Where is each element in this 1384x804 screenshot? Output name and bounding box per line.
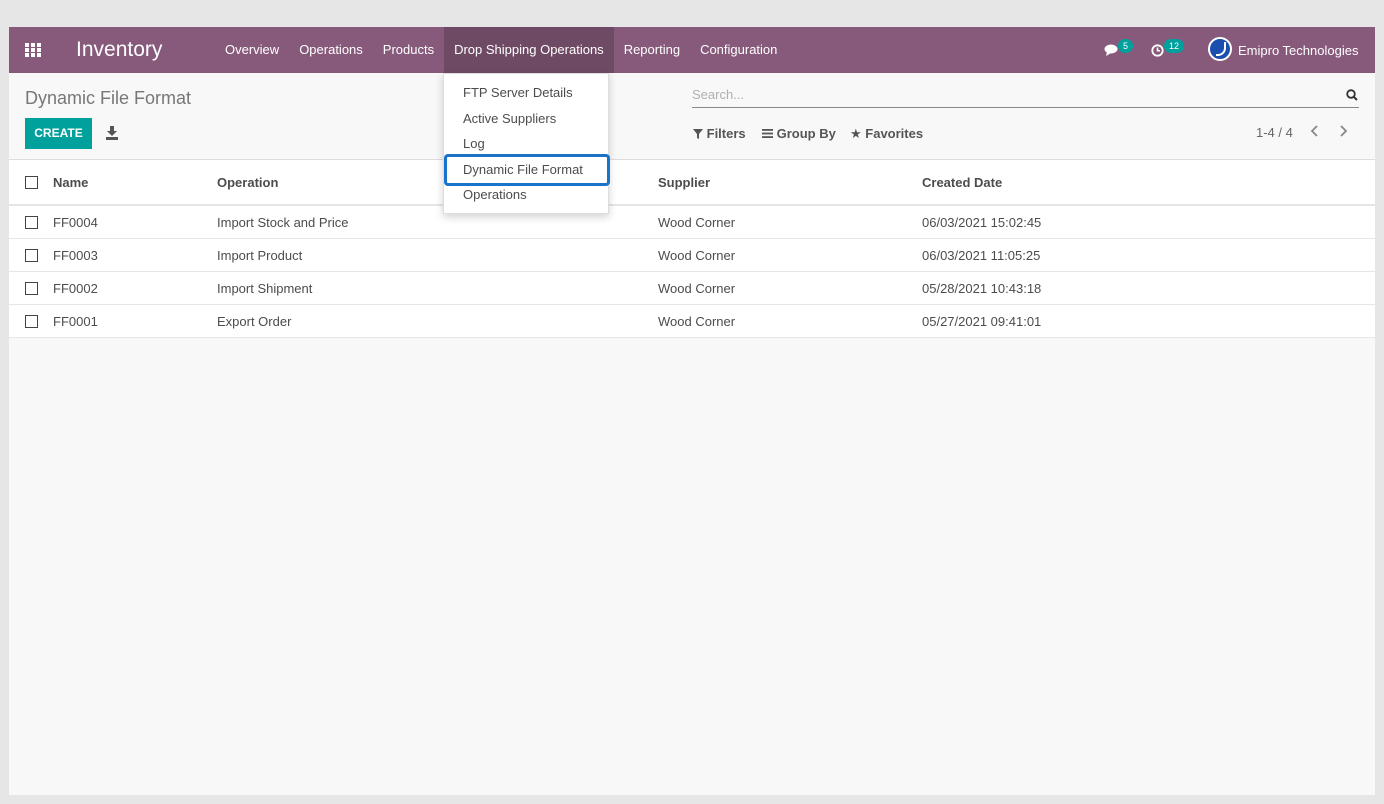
activities-button[interactable]: 12 [1149, 27, 1189, 73]
cell-operation: Import Stock and Price [217, 214, 349, 230]
top-navbar: Inventory Overview Operations Products D… [9, 27, 1375, 73]
cell-supplier: Wood Corner [658, 313, 736, 329]
table-row[interactable]: FF0003 Import Product Wood Corner 06/03/… [9, 239, 1375, 272]
header-name[interactable]: Name [53, 160, 88, 204]
star-icon: ★ [850, 126, 862, 141]
clock-icon [1151, 44, 1164, 57]
chevron-left-icon[interactable] [1310, 125, 1322, 139]
company-name[interactable]: Emipro Technologies [1238, 43, 1358, 58]
row-checkbox[interactable] [25, 315, 38, 328]
menu-products[interactable]: Products [373, 27, 444, 73]
menu-reporting[interactable]: Reporting [614, 27, 690, 73]
bars-icon [762, 129, 773, 138]
cell-supplier: Wood Corner [658, 247, 736, 263]
app-brand[interactable]: Inventory [76, 38, 162, 62]
cell-created-date: 05/28/2021 10:43:18 [922, 280, 1042, 296]
favorites-label: Favorites [865, 126, 924, 141]
cell-operation: Import Product [217, 247, 303, 263]
filter-icon [693, 129, 703, 139]
download-icon[interactable] [106, 126, 118, 140]
favorites-button[interactable]: ★ Favorites [850, 126, 923, 142]
messages-badge: 5 [1118, 39, 1134, 53]
header-operation[interactable]: Operation [217, 160, 278, 204]
search-input[interactable] [692, 84, 1332, 104]
create-button[interactable]: CREATE [25, 118, 92, 149]
filters-button[interactable]: Filters [693, 126, 746, 141]
cell-name: FF0004 [53, 214, 98, 230]
messages-button[interactable]: 5 [1102, 27, 1142, 73]
dropdown-item-operations[interactable]: Operations [444, 182, 608, 207]
cell-created-date: 06/03/2021 11:05:25 [922, 247, 1041, 263]
pager-value[interactable]: 1-4 / 4 [1256, 125, 1293, 140]
header-created-date[interactable]: Created Date [922, 160, 1002, 204]
cell-supplier: Wood Corner [658, 214, 736, 230]
list-table: Name Operation Supplier Created Date FF0… [9, 159, 1375, 338]
cell-name: FF0002 [53, 280, 98, 296]
table-header: Name Operation Supplier Created Date [9, 160, 1375, 206]
activities-badge: 12 [1164, 39, 1185, 53]
cell-operation: Export Order [217, 313, 292, 329]
main-menu: Overview Operations Products Drop Shippi… [215, 27, 787, 73]
company-logo-icon[interactable] [1208, 37, 1232, 61]
apps-menu-icon[interactable] [25, 43, 41, 57]
search-icon[interactable] [1346, 89, 1358, 101]
row-checkbox[interactable] [25, 249, 38, 262]
row-checkbox[interactable] [25, 282, 38, 295]
drop-shipping-dropdown: FTP Server Details Active Suppliers Log … [443, 73, 610, 214]
dropdown-item-ftp-server-details[interactable]: FTP Server Details [444, 80, 608, 105]
header-supplier[interactable]: Supplier [658, 160, 710, 204]
select-all-checkbox[interactable] [25, 176, 38, 189]
chat-icon [1104, 44, 1118, 56]
search-bar [692, 84, 1359, 108]
dropdown-item-log[interactable]: Log [444, 131, 608, 156]
menu-configuration[interactable]: Configuration [690, 27, 787, 73]
cell-operation: Import Shipment [217, 280, 313, 296]
cell-created-date: 06/03/2021 15:02:45 [922, 214, 1042, 230]
cell-created-date: 05/27/2021 09:41:01 [922, 313, 1042, 329]
menu-operations[interactable]: Operations [289, 27, 373, 73]
filters-label: Filters [706, 126, 746, 141]
chevron-right-icon[interactable] [1338, 125, 1350, 139]
cell-supplier: Wood Corner [658, 280, 736, 296]
group-by-button[interactable]: Group By [762, 126, 836, 141]
group-by-label: Group By [776, 126, 836, 141]
menu-drop-shipping-operations[interactable]: Drop Shipping Operations [444, 27, 614, 73]
breadcrumb: Dynamic File Format [25, 88, 192, 108]
cell-name: FF0003 [53, 247, 98, 263]
table-row[interactable]: FF0001 Export Order Wood Corner 05/27/20… [9, 305, 1375, 338]
menu-overview[interactable]: Overview [215, 27, 289, 73]
app-window: Inventory Overview Operations Products D… [9, 27, 1375, 795]
row-checkbox[interactable] [25, 216, 38, 229]
table-row[interactable]: FF0004 Import Stock and Price Wood Corne… [9, 206, 1375, 239]
table-row[interactable]: FF0002 Import Shipment Wood Corner 05/28… [9, 272, 1375, 305]
cell-name: FF0001 [53, 313, 98, 329]
dropdown-item-active-suppliers[interactable]: Active Suppliers [444, 106, 608, 131]
